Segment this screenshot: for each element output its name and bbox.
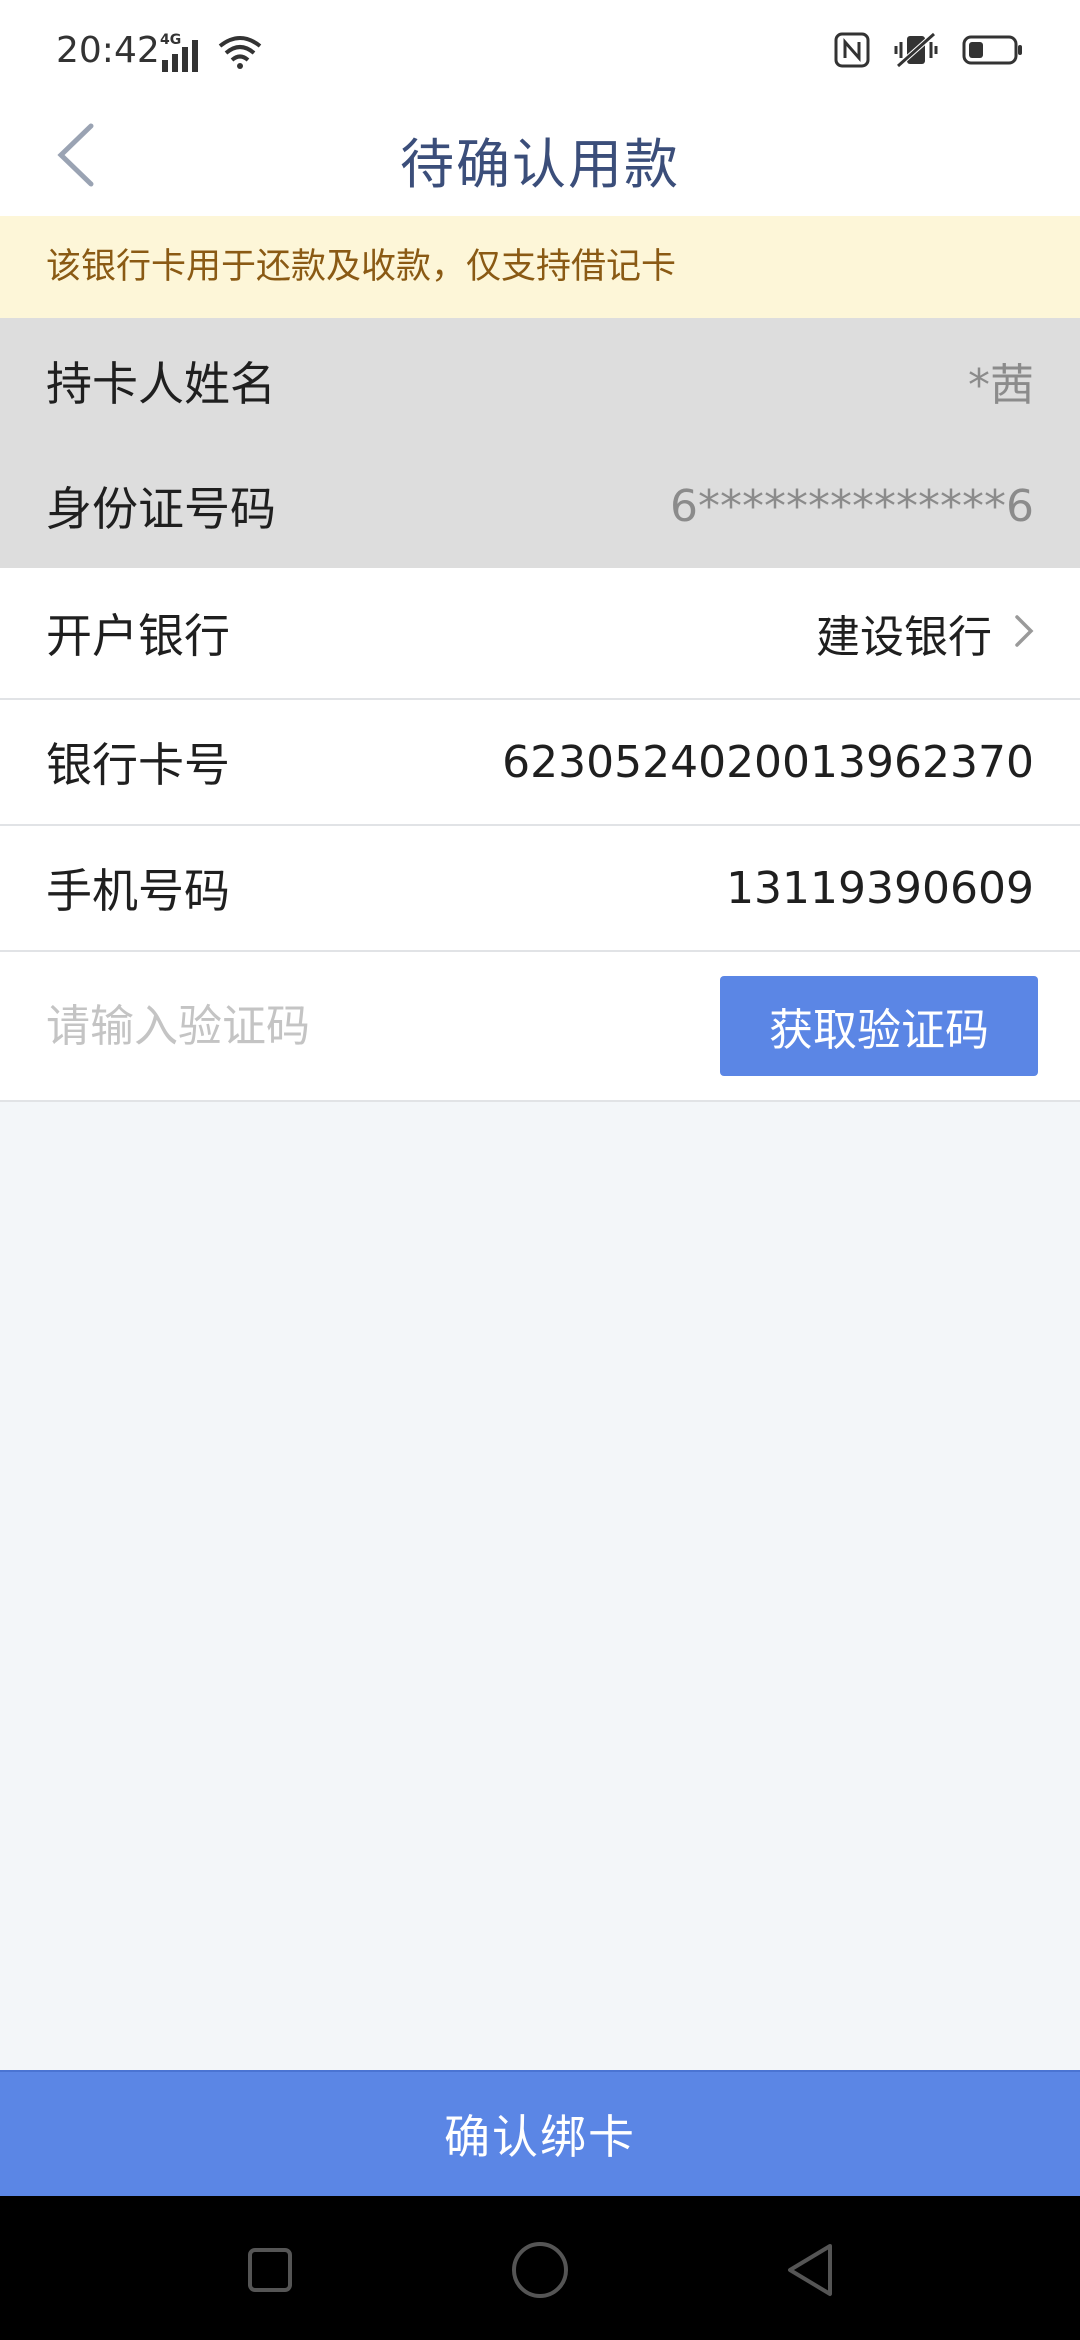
phone-row: 手机号码 13119390609 [0, 826, 1080, 952]
nfc-icon [834, 32, 870, 72]
phone-label: 手机号码 [46, 864, 230, 918]
confirm-bind-button[interactable]: 确认绑卡 [0, 2070, 1080, 2196]
header: 待确认用款 [0, 106, 1080, 216]
vibrate-icon [892, 32, 940, 72]
status-bar: 20:42 4G [0, 0, 1080, 106]
cardholder-value: *茜 [968, 360, 1034, 411]
card-number-value[interactable]: 6230524020013962370 [502, 737, 1034, 788]
battery-icon [962, 34, 1024, 70]
get-code-button[interactable]: 获取验证码 [720, 976, 1038, 1076]
id-number-value: 6**************6 [670, 480, 1034, 532]
page-title: 待确认用款 [400, 133, 680, 196]
recent-apps-icon[interactable] [240, 2240, 300, 2300]
id-number-label: 身份证号码 [46, 482, 276, 536]
back-icon[interactable] [780, 2240, 840, 2300]
verify-code-row: 获取验证码 [0, 952, 1080, 1102]
phone-value[interactable]: 13119390609 [726, 863, 1034, 914]
verify-code-input[interactable] [46, 1000, 546, 1052]
status-time: 20:42 [56, 30, 160, 71]
card-number-label: 银行卡号 [46, 738, 230, 792]
id-number-row: 身份证号码 6**************6 [0, 444, 1080, 568]
home-icon[interactable] [510, 2240, 570, 2300]
system-nav-bar [0, 2196, 1080, 2340]
wifi-icon [218, 34, 262, 74]
cardholder-label: 持卡人姓名 [46, 357, 276, 411]
chevron-right-icon [1014, 614, 1034, 652]
card-number-row: 银行卡号 6230524020013962370 [0, 700, 1080, 826]
signal-icon: 4G [160, 32, 204, 74]
bank-value: 建设银行 [816, 612, 992, 663]
cardholder-row: 持卡人姓名 *茜 [0, 318, 1080, 444]
bank-row[interactable]: 开户银行 建设银行 [0, 568, 1080, 700]
bank-label: 开户银行 [46, 609, 230, 663]
notice-banner: 该银行卡用于还款及收款，仅支持借记卡 [0, 216, 1080, 318]
